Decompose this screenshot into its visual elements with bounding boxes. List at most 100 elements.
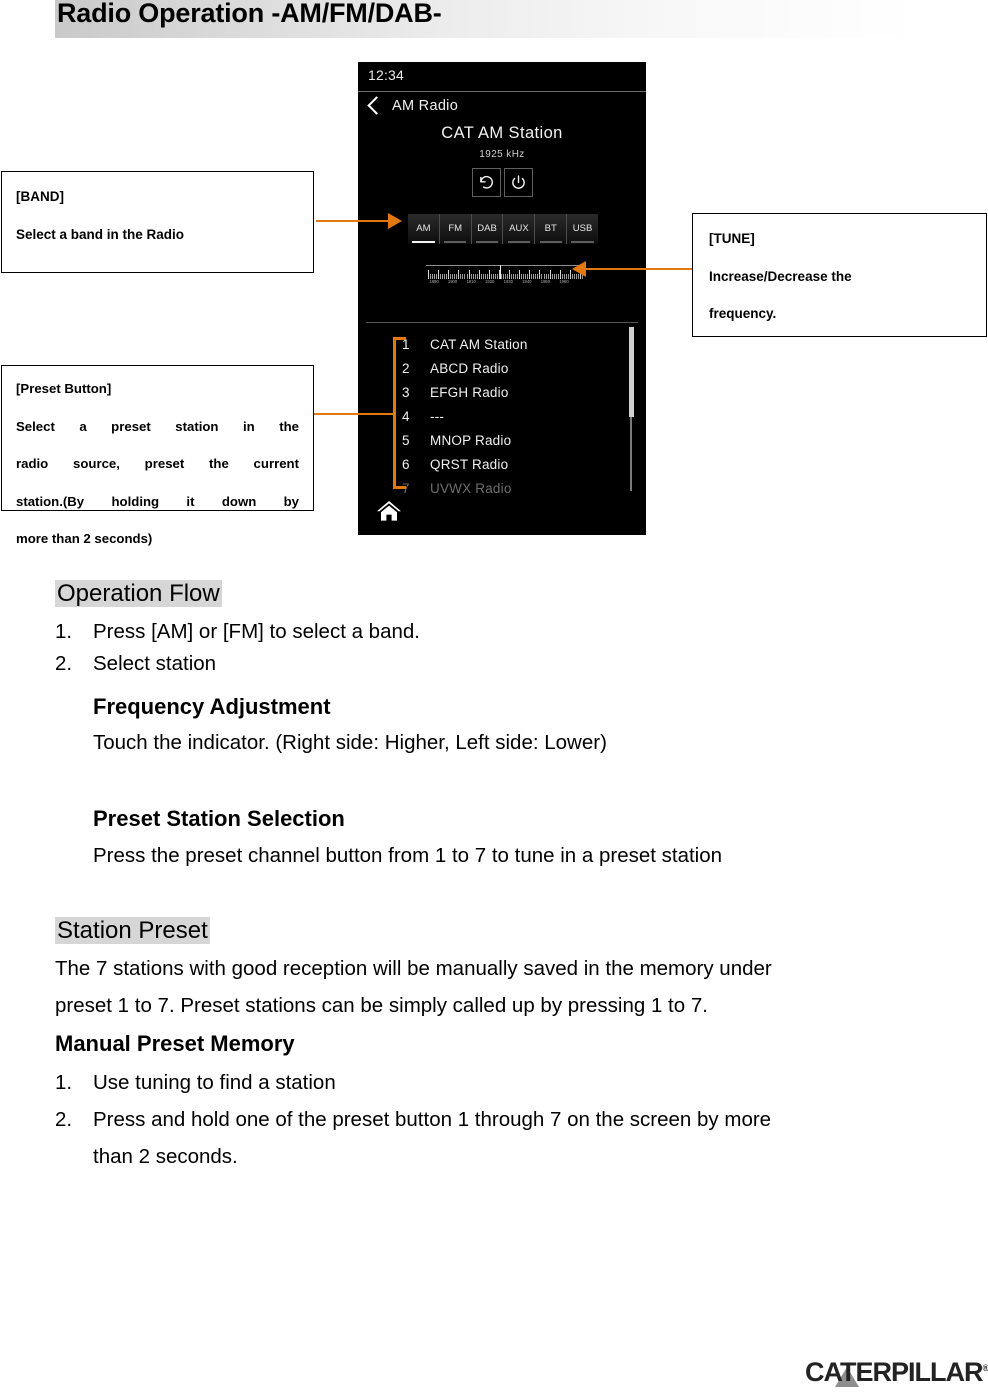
band-button-label: FM — [448, 223, 463, 235]
preset-list-item[interactable]: 6 QRST Radio — [402, 457, 508, 472]
band-button-label: USB — [572, 223, 593, 235]
scale-tick-label: 1890 — [429, 279, 439, 284]
connector-tune-line — [585, 268, 693, 270]
list-item-number: 1. — [55, 620, 73, 643]
band-button-am[interactable]: AM — [408, 214, 439, 244]
preset-list-item[interactable]: 7UVWX Radio — [402, 481, 512, 496]
scale-tick — [539, 270, 541, 279]
caterpillar-logo: CATERPILLAR® — [805, 1352, 988, 1387]
list-item-text: than 2 seconds. — [93, 1145, 238, 1168]
callout-preset-line-1: Select a preset station in the — [16, 418, 299, 434]
scale-tick — [509, 270, 511, 279]
scale-tick — [529, 270, 531, 279]
station-preset-body-line-2: preset 1 to 7. Preset stations can be si… — [55, 994, 708, 1017]
home-icon[interactable] — [368, 493, 410, 529]
scale-tick-label: 1940 — [522, 279, 532, 284]
preset-station-name: MNOP Radio — [430, 433, 512, 448]
list-item: 2. Press and hold one of the preset butto… — [55, 1108, 771, 1132]
scale-tick — [519, 270, 521, 279]
connector-band-line — [316, 220, 398, 222]
scale-tick — [478, 270, 480, 279]
radio-screen: 12:34 AM Radio CAT AM Station 1925 kHz A… — [358, 62, 646, 535]
undo-arrow-icon[interactable] — [471, 168, 501, 197]
preset-list-item[interactable]: 1 CAT AM Station — [402, 337, 528, 352]
screen-action-buttons — [358, 168, 646, 197]
scale-tick-label: 1930 — [503, 279, 513, 284]
scale-tick-labels: 1890 1900 1910 1920 1930 1940 1950 1960 — [418, 279, 588, 287]
connector-preset-bracket-bottom — [393, 486, 406, 489]
band-button-usb[interactable]: USB — [566, 214, 598, 244]
preset-station-body: Press the preset channel button from 1 t… — [93, 844, 723, 867]
frequency-cursor — [500, 265, 502, 279]
scale-tick-label: 1910 — [466, 279, 476, 284]
preset-station-name: QRST Radio — [430, 457, 509, 472]
list-scrollbar-thumb[interactable] — [629, 327, 634, 417]
band-button-bt[interactable]: BT — [534, 214, 566, 244]
connector-preset-line — [314, 413, 394, 415]
preset-station-name: ABCD Radio — [430, 361, 509, 376]
connector-tune-arrowhead — [572, 261, 586, 277]
scale-tick-label: 1960 — [559, 279, 569, 284]
clock: 12:34 — [368, 67, 405, 83]
scale-tick — [559, 270, 561, 279]
back-chevron-icon[interactable] — [367, 96, 386, 115]
station-preset-heading: Station Preset — [55, 917, 210, 945]
band-button-label: AUX — [509, 223, 529, 235]
preset-list-item[interactable]: 5 MNOP Radio — [402, 433, 511, 448]
preset-list-item[interactable]: 4 --- — [402, 409, 444, 424]
list-item-text: Use tuning to find a station — [93, 1071, 336, 1094]
band-selector[interactable]: AM FM DAB AUX BT USB — [408, 214, 598, 244]
callout-preset-title: [Preset Button] — [16, 381, 112, 396]
preset-number: 4 — [402, 409, 410, 424]
preset-number: 2 — [402, 361, 410, 376]
page-title: Radio Operation -AM/FM/DAB- — [57, 0, 442, 28]
preset-list-item[interactable]: 3 EFGH Radio — [402, 385, 509, 400]
power-icon[interactable] — [503, 168, 533, 197]
scale-tick — [549, 270, 551, 279]
frequency-tuning-scale[interactable]: 1890 1900 1910 1920 1930 1940 1950 1960 — [418, 265, 588, 287]
preset-station-name: --- — [430, 409, 445, 424]
manual-preset-heading: Manual Preset Memory — [55, 1031, 295, 1056]
caterpillar-brand-text: CATERPILLAR — [805, 1357, 983, 1387]
preset-number: 5 — [402, 433, 410, 448]
list-item-continuation: than 2 seconds. — [93, 1145, 238, 1169]
scale-tick — [458, 270, 460, 279]
preset-list[interactable]: 1 CAT AM Station 2 ABCD Radio 3 EFGH Radio 4 --… — [366, 322, 638, 497]
band-button-aux[interactable]: AUX — [502, 214, 534, 244]
band-button-label: DAB — [477, 223, 497, 235]
scale-tick — [428, 270, 429, 279]
callout-preset-line-4: more than 2 seconds) — [16, 531, 153, 546]
callout-preset-line-2: radio source, preset the current — [16, 456, 299, 471]
preset-station-name: CAT AM Station — [430, 337, 528, 352]
callout-band-line-1: Select a band in the Radio — [16, 227, 185, 242]
list-item: 1. Press [AM] or [FM] to select a band. — [55, 620, 420, 644]
callout-tune-title: [TUNE] — [709, 231, 755, 246]
registered-mark: ® — [982, 1363, 988, 1373]
operation-flow-heading-text: Operation Flow — [55, 580, 222, 607]
scale-tick-label: 1920 — [485, 279, 495, 284]
frequency-adjustment-heading: Frequency Adjustment — [93, 694, 331, 719]
list-item-text: Press and hold one of the preset button … — [93, 1108, 772, 1131]
scale-tick — [468, 270, 470, 279]
connector-band-arrowhead — [388, 213, 402, 229]
screen-title: AM Radio — [392, 98, 459, 114]
band-button-dab[interactable]: DAB — [470, 214, 503, 244]
callout-preset: [Preset Button] Select a preset station … — [1, 365, 314, 546]
band-button-fm[interactable]: FM — [438, 214, 471, 244]
preset-station-name: UVWX Radio — [430, 481, 512, 496]
scale-tick — [448, 270, 450, 279]
frequency-adjustment-body: Touch the indicator. (Right side: Higher… — [93, 731, 607, 754]
now-playing-station: CAT AM Station — [441, 124, 563, 142]
preset-station-heading: Preset Station Selection — [93, 806, 345, 831]
preset-station-name: EFGH Radio — [430, 385, 509, 400]
operation-flow-heading: Operation Flow — [55, 580, 222, 608]
preset-list-item[interactable]: 2 ABCD Radio — [402, 361, 509, 376]
back-nav[interactable]: AM Radio — [367, 96, 459, 115]
station-preset-heading-text: Station Preset — [55, 917, 210, 944]
list-item-number: 2. — [55, 652, 73, 675]
preset-number: 6 — [402, 457, 410, 472]
callout-band: [BAND] Select a band in the Radio — [1, 171, 314, 273]
caterpillar-wordmark: CATERPILLAR® — [805, 1355, 988, 1387]
list-item-text: Press [AM] or [FM] to select a band. — [93, 620, 420, 643]
callout-tune-line-2: frequency. — [709, 306, 777, 321]
